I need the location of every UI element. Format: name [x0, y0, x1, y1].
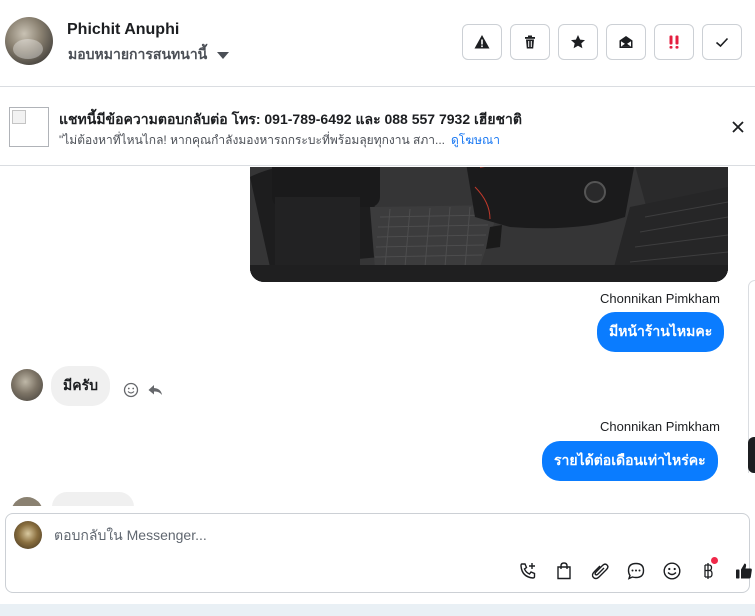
shop-button[interactable] [546, 559, 582, 583]
ad-title: แชทนี้มีข้อความตอบกลับต่อ โทร: 091-789-6… [59, 111, 522, 127]
phone-plus-icon [520, 563, 536, 579]
incoming-message[interactable]: มีครับ [51, 366, 110, 406]
reply-input[interactable] [54, 527, 714, 543]
thumbs-up-icon [736, 563, 752, 579]
contact-avatar-small[interactable] [11, 369, 43, 401]
reply-composer [5, 513, 752, 593]
incoming-message[interactable] [52, 492, 134, 506]
attach-button[interactable] [582, 559, 618, 583]
ad-context-banner: แชทนี้มีข้อความตอบกลับต่อ โทร: 091-789-6… [0, 88, 755, 166]
ad-description: "ไม่ต้องหาที่ไหนไกล! หากคุณกำลังมองหารถก… [59, 133, 445, 147]
important-icon [669, 35, 679, 49]
car-interior-photo[interactable] [250, 167, 728, 282]
outgoing-message[interactable]: มีหน้าร้านไหมคะ [597, 312, 725, 352]
chat-bubble-icon [627, 562, 645, 580]
caret-down-icon [217, 51, 230, 59]
contact-avatar-small[interactable] [11, 497, 43, 506]
contact-name[interactable]: Phichit Anuphi [67, 21, 179, 39]
composer-toolbar [510, 557, 755, 583]
header-actions [462, 24, 742, 60]
ad-thumbnail-image[interactable] [9, 107, 49, 147]
baht-icon [704, 563, 713, 579]
contact-avatar[interactable] [5, 17, 53, 65]
warning-icon [474, 35, 490, 49]
delete-button[interactable] [510, 24, 550, 60]
bottom-panel-edge [0, 604, 755, 616]
check-icon [715, 37, 729, 48]
smiley-icon [663, 562, 681, 580]
sender-name: Chonnikan Pimkham [600, 419, 720, 434]
close-ad-banner-button[interactable] [729, 118, 747, 136]
report-spam-button[interactable] [462, 24, 502, 60]
view-ad-link[interactable]: ดูโฆษณา [451, 133, 500, 147]
payment-button[interactable] [690, 557, 726, 583]
react-smiley-icon[interactable] [122, 381, 140, 399]
mark-unread-icon [619, 36, 633, 48]
emoji-button[interactable] [654, 559, 690, 583]
important-button[interactable] [654, 24, 694, 60]
message-thread[interactable]: Chonnikan Pimkham มีหน้าร้านไหมคะ มีครับ… [0, 167, 755, 506]
mark-unread-button[interactable] [606, 24, 646, 60]
like-button[interactable] [726, 559, 755, 583]
star-icon [571, 35, 585, 49]
notification-dot [711, 557, 718, 564]
mark-done-button[interactable] [702, 24, 742, 60]
saved-replies-button[interactable] [618, 559, 654, 583]
ad-subtitle: "ไม่ต้องหาที่ไหนไกล! หากคุณกำลังมองหารถก… [59, 131, 500, 150]
side-panel-tooltip-edge [748, 437, 755, 473]
paperclip-icon [591, 563, 609, 580]
sender-name: Chonnikan Pimkham [600, 291, 720, 306]
reply-icon[interactable] [146, 381, 164, 399]
conversation-header: Phichit Anuphi มอบหมายการสนทนานี้ [0, 0, 755, 87]
page-avatar [14, 521, 42, 549]
trash-icon [525, 35, 535, 49]
outgoing-message[interactable]: รายได้ต่อเดือนเท่าไหร่คะ [542, 441, 718, 481]
assign-conversation-dropdown[interactable]: มอบหมายการสนทนานี้ [68, 44, 230, 66]
shopping-bag-icon [557, 562, 571, 580]
close-icon [732, 121, 744, 133]
assign-label: มอบหมายการสนทนานี้ [68, 46, 208, 62]
star-button[interactable] [558, 24, 598, 60]
call-button[interactable] [510, 559, 546, 583]
car-interior-image [250, 167, 728, 282]
